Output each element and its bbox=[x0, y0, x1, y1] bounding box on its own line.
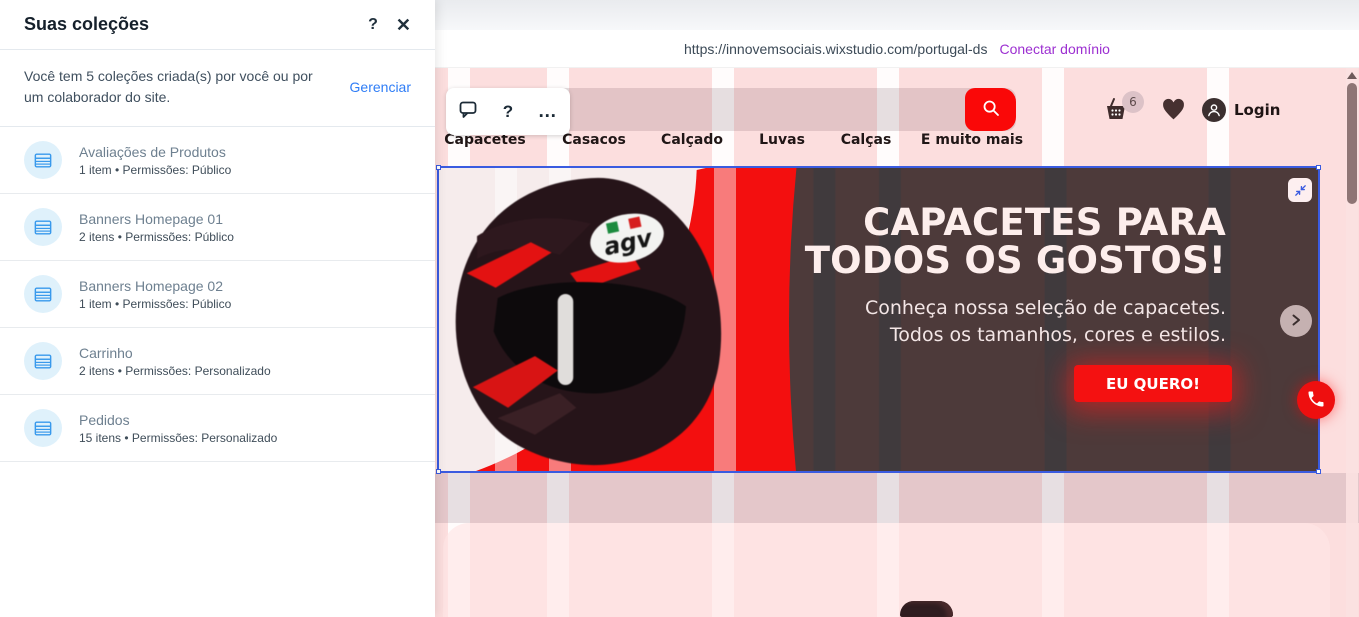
search-button[interactable] bbox=[965, 88, 1016, 131]
close-icon[interactable]: ✕ bbox=[394, 14, 413, 36]
phone-icon bbox=[1306, 389, 1326, 412]
login-label: Login bbox=[1234, 101, 1281, 119]
collection-name: Carrinho bbox=[79, 344, 133, 361]
collection-table-icon bbox=[24, 275, 62, 313]
collection-list-item[interactable]: Pedidos 15 itens • Permissões: Personali… bbox=[0, 395, 435, 462]
user-icon bbox=[1202, 98, 1226, 122]
scroll-up-arrow-icon[interactable] bbox=[1347, 72, 1357, 79]
chevron-right-icon bbox=[1289, 313, 1303, 330]
collections-panel: Suas coleções ? ✕ Você tem 5 coleções cr… bbox=[0, 0, 435, 617]
panel-header: Suas coleções ? ✕ bbox=[0, 0, 435, 50]
hero-subtitle: Conheça nossa seleção de capacetes. Todo… bbox=[864, 296, 1226, 346]
nav-item-calcado[interactable]: Calçado bbox=[661, 132, 723, 148]
selection-handle[interactable] bbox=[1316, 469, 1321, 474]
hero-title-line2: TODOS OS GOSTOS! bbox=[804, 239, 1226, 283]
help-icon-toolbar[interactable]: ? bbox=[503, 102, 513, 122]
search-icon bbox=[981, 98, 1001, 121]
collection-table-icon bbox=[24, 141, 62, 179]
site-preview-frame: https://innovemsociais.wixstudio.com/por… bbox=[435, 0, 1359, 617]
cart-count-badge: 6 bbox=[1122, 91, 1144, 113]
panel-title: Suas coleções bbox=[24, 14, 150, 34]
hero-copy: CAPACETES PARA TODOS OS GOSTOS! Conheça … bbox=[746, 201, 1226, 348]
scrollbar bbox=[1346, 68, 1358, 617]
selection-handle[interactable] bbox=[436, 469, 441, 474]
collapse-icon[interactable] bbox=[1288, 178, 1312, 202]
collection-table-icon bbox=[24, 342, 62, 380]
collection-meta: 2 itens • Permissões: Personalizado bbox=[79, 363, 271, 378]
collections-summary-text: Você tem 5 coleções criada(s) por você o… bbox=[24, 68, 313, 105]
editor-context-toolbar: ? … bbox=[446, 88, 570, 135]
comment-icon[interactable] bbox=[458, 99, 478, 124]
collection-name: Banners Homepage 01 bbox=[79, 210, 223, 227]
collection-meta: 1 item • Permissões: Público bbox=[79, 296, 232, 311]
nav-item-luvas[interactable]: Luvas bbox=[759, 132, 805, 148]
site-url: https://innovemsociais.wixstudio.com/por… bbox=[684, 40, 988, 57]
connect-domain-link[interactable]: Conectar domínio bbox=[999, 41, 1110, 57]
help-icon[interactable]: ? bbox=[366, 15, 380, 35]
hero-banner[interactable]: agv CAPACETES PARA TODOS OS GOSTOS! Conh… bbox=[436, 165, 1335, 474]
nav-item-e-muito-mais[interactable]: E muito mais bbox=[921, 132, 1023, 148]
section-divider-band bbox=[435, 473, 1359, 523]
hero-background: agv CAPACETES PARA TODOS OS GOSTOS! Conh… bbox=[439, 168, 1318, 471]
collection-meta: 15 itens • Permissões: Personalizado bbox=[79, 430, 278, 445]
collection-table-icon bbox=[24, 208, 62, 246]
wishlist-heart-icon[interactable] bbox=[1161, 97, 1186, 125]
collections-summary-row: Você tem 5 coleções criada(s) por você o… bbox=[0, 50, 435, 127]
nav-item-calcas[interactable]: Calças bbox=[841, 132, 892, 148]
next-slide-button[interactable] bbox=[1280, 305, 1312, 337]
login-button[interactable]: Login bbox=[1202, 98, 1280, 122]
url-bar: https://innovemsociais.wixstudio.com/por… bbox=[435, 30, 1359, 68]
collection-list-item[interactable]: Carrinho 2 itens • Permissões: Personali… bbox=[0, 328, 435, 395]
helmet-image: agv bbox=[455, 177, 722, 466]
collection-name: Avaliações de Produtos bbox=[79, 143, 226, 160]
phone-button[interactable] bbox=[1297, 381, 1335, 419]
cta-button[interactable]: EU QUERO! bbox=[1074, 365, 1232, 402]
collection-list-item[interactable]: Avaliações de Produtos 1 item • Permissõ… bbox=[0, 127, 435, 194]
browser-chrome-strip bbox=[435, 0, 1359, 30]
collection-name: Banners Homepage 02 bbox=[79, 277, 223, 294]
collection-meta: 2 itens • Permissões: Público bbox=[79, 229, 234, 244]
collection-meta: 1 item • Permissões: Público bbox=[79, 162, 232, 177]
site-viewport: 6 Login Capacetes Casacos Calçado Luvas … bbox=[435, 68, 1359, 617]
nav-item-casacos[interactable]: Casacos bbox=[562, 132, 626, 148]
collection-list: Avaliações de Produtos 1 item • Permissõ… bbox=[0, 127, 435, 462]
scrollbar-thumb[interactable] bbox=[1347, 83, 1357, 204]
selection-handle[interactable] bbox=[436, 165, 441, 170]
wix-editor-screen: Suas coleções ? ✕ Você tem 5 coleções cr… bbox=[0, 0, 1359, 617]
next-section-card bbox=[443, 523, 1330, 617]
collection-name: Pedidos bbox=[79, 411, 130, 428]
selection-handle[interactable] bbox=[1316, 165, 1321, 170]
more-icon[interactable]: … bbox=[538, 101, 558, 123]
hero-title-line1: CAPACETES PARA bbox=[863, 201, 1226, 244]
collection-list-item[interactable]: Banners Homepage 01 2 itens • Permissões… bbox=[0, 194, 435, 261]
product-image-peek bbox=[900, 601, 953, 617]
collection-list-item[interactable]: Banners Homepage 02 1 item • Permissões:… bbox=[0, 261, 435, 328]
collection-table-icon bbox=[24, 409, 62, 447]
manage-link[interactable]: Gerenciar bbox=[350, 79, 411, 95]
